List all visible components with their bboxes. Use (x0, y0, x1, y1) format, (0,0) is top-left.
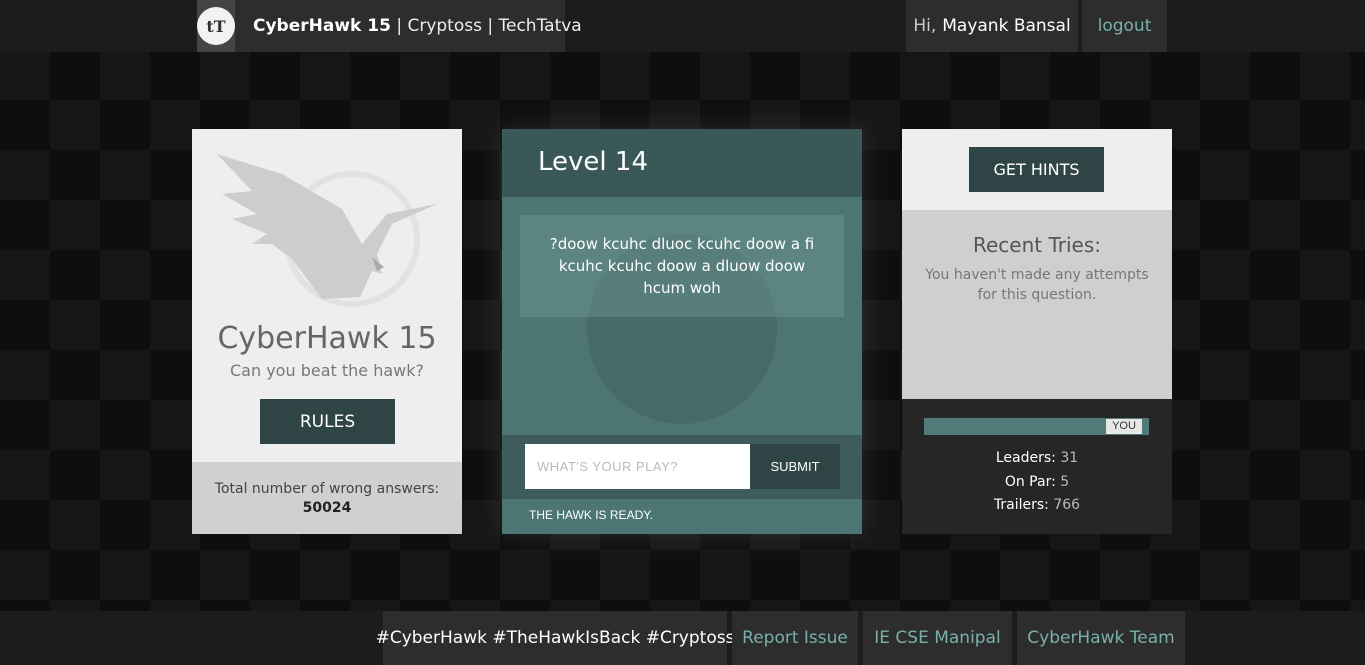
leaders-row: Leaders: 31 (902, 447, 1172, 471)
get-hints-button[interactable]: GET HINTS (969, 147, 1104, 192)
recent-tries-text: You haven't made any attempts for this q… (925, 267, 1149, 303)
logo-mark: tT (197, 7, 235, 45)
wrong-answers-count: 50024 (302, 500, 352, 516)
wrong-answers-panel: Total number of wrong answers: 50024 (192, 462, 462, 534)
techtatva-logo-icon[interactable]: tT (197, 0, 235, 52)
rank-stats: Leaders: 31 On Par: 5 Trailers: 766 (902, 447, 1172, 518)
cyberhawk-team-link[interactable]: CyberHawk Team (1017, 611, 1185, 665)
hints-card: GET HINTS Recent Tries: You haven't made… (902, 129, 1172, 534)
leaders-value: 31 (1060, 450, 1079, 466)
level-card: Level 14 ?doow kcuhc dluoc kcuhc doow a … (502, 129, 862, 534)
recent-tries-title: Recent Tries: (973, 233, 1101, 257)
intro-card: CyberHawk 15 Can you beat the hawk? RULE… (192, 129, 462, 534)
ie-cse-manipal-link[interactable]: IE CSE Manipal (863, 611, 1012, 665)
onpar-value: 5 (1060, 473, 1070, 490)
brand-name: CyberHawk 15 (253, 16, 391, 36)
brand-block[interactable]: tT CyberHawk 15 | Cryptoss | TechTatva (197, 0, 582, 52)
intro-subtitle: Can you beat the hawk? (230, 361, 424, 380)
top-navbar: tT CyberHawk 15 | Cryptoss | TechTatva H… (0, 0, 1365, 52)
hints-header: GET HINTS (902, 129, 1172, 210)
user-name: Mayank Bansal (942, 16, 1071, 36)
leaderboard-panel: YOU Leaders: 31 On Par: 5 Trailers: 766 (902, 399, 1172, 534)
puzzle-text: ?doow kcuhc dluoc kcuhc doow a fi kcuhc … (520, 215, 844, 317)
rules-button[interactable]: RULES (260, 399, 395, 444)
answer-form: SUBMIT (502, 435, 862, 499)
status-text: THE HAWK IS READY. (529, 508, 654, 522)
trailers-label: Trailers: (993, 497, 1049, 513)
hawk-emblem-icon (217, 154, 437, 307)
answer-input[interactable] (525, 444, 750, 489)
onpar-label: On Par: (1004, 473, 1056, 490)
you-marker: YOU (1106, 419, 1142, 434)
footer-bar: #CyberHawk #TheHawkIsBack #Cryptoss Repo… (0, 611, 1365, 665)
user-greeting: Hi, Mayank Bansal (906, 0, 1078, 52)
leaders-label: Leaders: (995, 450, 1056, 466)
onpar-row: On Par: 5 (902, 471, 1172, 495)
trailers-row: Trailers: 766 (902, 494, 1172, 518)
intro-title: CyberHawk 15 (217, 321, 437, 356)
wrong-answers-label: Total number of wrong answers: (214, 481, 440, 497)
brand-subtitle: | Cryptoss | TechTatva (390, 16, 582, 36)
footer-hashtags: #CyberHawk #TheHawkIsBack #Cryptoss (376, 611, 734, 665)
logout-link[interactable]: logout (1082, 0, 1167, 52)
report-issue-link[interactable]: Report Issue (732, 611, 858, 665)
greeting-text: Hi, (913, 16, 937, 36)
trailers-value: 766 (1053, 497, 1081, 513)
submit-button[interactable]: SUBMIT (750, 444, 840, 489)
level-title: Level 14 (502, 129, 862, 197)
rank-progress-bar: YOU (924, 418, 1149, 435)
brand-title: CyberHawk 15 | Cryptoss | TechTatva (235, 16, 582, 36)
